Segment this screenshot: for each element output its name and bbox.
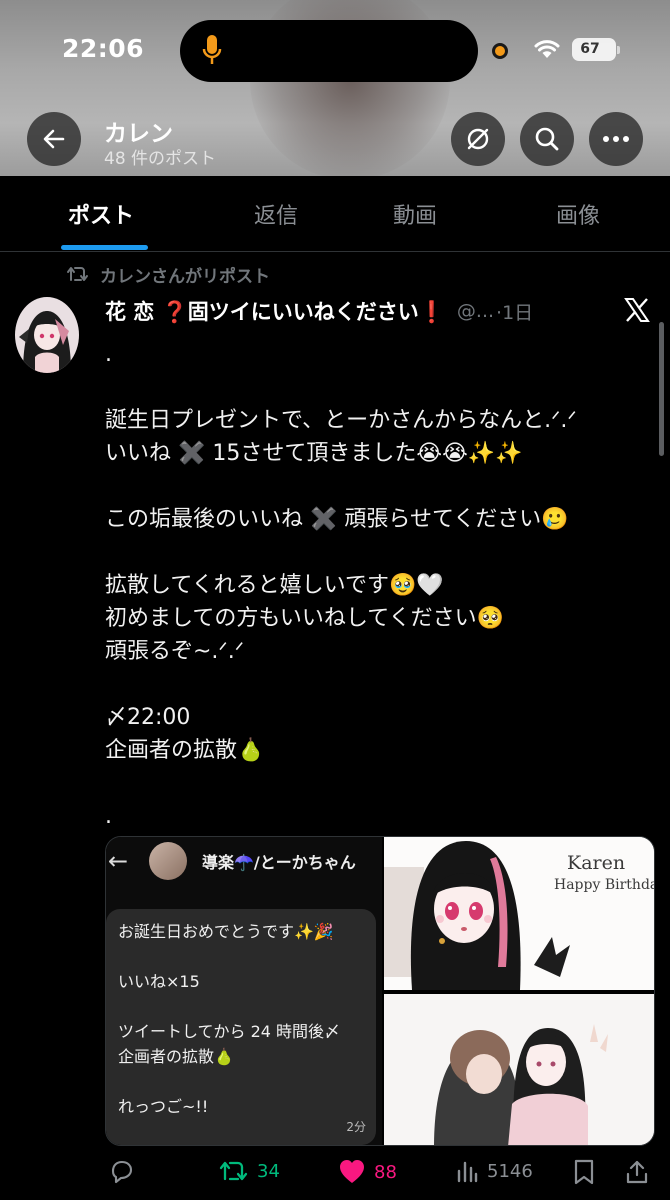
post-line: 拡散してくれると嬉しいです🥹🤍: [105, 573, 444, 598]
repost-icon: [219, 1161, 248, 1181]
heart-icon: [340, 1160, 364, 1183]
message-time: 2分: [346, 1120, 366, 1134]
reply-icon: [111, 1160, 133, 1184]
message-line: れっつご~!!: [118, 1097, 209, 1116]
post-action-bar: 34 88 5146: [105, 1155, 655, 1195]
post-body: . 誕生日プレゼントで、とーかさんからなんと.ᐟ.ᐟ いいね ✖️ 15させて頂…: [105, 338, 645, 833]
artwork-subtitle: Happy Birthday: [554, 877, 655, 893]
post-line: 企画者の拡散🍐: [105, 738, 265, 763]
dynamic-island: [180, 20, 478, 82]
views-button[interactable]: 5146: [455, 1159, 533, 1183]
post-line: [105, 470, 645, 503]
screenshot-back-arrow: ←: [108, 847, 129, 875]
media-chat-screenshot[interactable]: ← 導楽☂️/とーかちゃん お誕生日おめでとうです✨🎉 いいね×15 ツイートし…: [106, 837, 382, 1145]
post-line: .: [105, 342, 112, 367]
camera-indicator-dot: [492, 43, 508, 59]
view-count: 5146: [487, 1160, 533, 1182]
like-button[interactable]: 88: [338, 1159, 397, 1185]
share-icon: [626, 1160, 648, 1184]
more-options-button[interactable]: [589, 112, 643, 166]
post-line: [105, 536, 645, 569]
x-logo-icon: [624, 298, 650, 322]
post-line: 初めましての方もいいねしてください🥺: [105, 606, 504, 631]
message-line: お誕生日おめでとうです✨🎉: [118, 922, 334, 941]
arrow-left-icon: [43, 129, 65, 149]
post-count: 48 件のポスト: [104, 149, 217, 169]
post-media-grid: ← 導楽☂️/とーかちゃん お誕生日おめでとうです✨🎉 いいね×15 ツイートし…: [105, 836, 655, 1146]
artwork-title: Karen: [567, 852, 626, 874]
author-avatar[interactable]: [15, 297, 79, 373]
repost-button[interactable]: 34: [219, 1159, 280, 1183]
post-line: 誕生日プレゼントで、とーかさんからなんと.ᐟ.ᐟ: [105, 408, 577, 433]
couple-artwork: [384, 994, 654, 1145]
repost-label: カレンさんがリポスト: [100, 266, 270, 287]
message-line: 企画者の拡散🍐: [118, 1047, 234, 1066]
message-line: [118, 944, 364, 969]
message-line: ツイートしてから 24 時間後〆: [118, 1022, 341, 1041]
active-tab-indicator: [61, 245, 148, 250]
bookmark-icon: [574, 1159, 594, 1185]
search-button[interactable]: [520, 112, 574, 166]
battery-level: 67: [580, 41, 600, 57]
repost-icon: [67, 267, 88, 281]
author-name[interactable]: 花 恋 ❓固ツイにいいねください❗: [105, 296, 445, 326]
post-line: [105, 371, 645, 404]
message-bubble: お誕生日おめでとうです✨🎉 いいね×15 ツイートしてから 24 時間後〆 企画…: [106, 909, 376, 1145]
tab-videos[interactable]: 動画: [393, 198, 437, 230]
tab-images[interactable]: 画像: [556, 198, 600, 230]
tab-posts[interactable]: ポスト: [68, 198, 134, 230]
profile-tabs: ポスト 返信 動画 画像: [0, 176, 670, 252]
ellipsis-icon: [603, 136, 629, 142]
repost-context: カレンさんがリポスト: [66, 262, 270, 287]
like-count: 88: [374, 1161, 397, 1183]
status-time: 22:06: [62, 34, 145, 63]
message-line: いいね×15: [118, 972, 200, 991]
reply-button[interactable]: [109, 1159, 135, 1185]
mute-button[interactable]: [451, 112, 505, 166]
author-handle[interactable]: @...: [457, 300, 494, 322]
tab-replies[interactable]: 返信: [254, 198, 298, 230]
profile-title: カレン: [104, 121, 173, 147]
screenshot-header: ← 導楽☂️/とーかちゃん: [106, 837, 382, 885]
share-button[interactable]: [625, 1159, 649, 1185]
search-icon: [535, 127, 559, 151]
media-couple-illustration[interactable]: [384, 994, 654, 1145]
message-line: [118, 1069, 364, 1094]
views-chart-icon: [457, 1161, 478, 1183]
repost-count: 34: [257, 1160, 280, 1182]
post-line: 頑張るぞ~.ᐟ.ᐟ: [105, 639, 245, 664]
screenshot-avatar: [149, 842, 187, 880]
message-line: [118, 994, 364, 1019]
microphone-icon: [202, 35, 222, 64]
notifications-off-icon: [467, 128, 489, 150]
post-line: .: [105, 804, 112, 829]
wifi-icon: [534, 40, 560, 58]
scrollbar[interactable]: [659, 322, 664, 456]
post-line: 〆22:00: [105, 705, 191, 730]
bookmark-button[interactable]: [573, 1159, 595, 1185]
post-author-line: 花 恋 ❓固ツイにいいねください❗ @... ·1日: [105, 295, 615, 327]
post-line: [105, 668, 645, 701]
screenshot-contact-name: 導楽☂️/とーかちゃん: [202, 853, 356, 872]
post-line: いいね ✖️ 15させて頂きました😭😭✨✨: [105, 441, 523, 466]
battery-indicator: 67: [572, 38, 620, 61]
post-line: [105, 767, 645, 800]
back-button[interactable]: [27, 112, 81, 166]
post-time: ·1日: [496, 301, 534, 324]
media-birthday-illustration[interactable]: Karen Happy Birthday: [384, 837, 655, 990]
post-line: この垢最後のいいね ✖️ 頑張らせてください🥲: [105, 507, 569, 532]
